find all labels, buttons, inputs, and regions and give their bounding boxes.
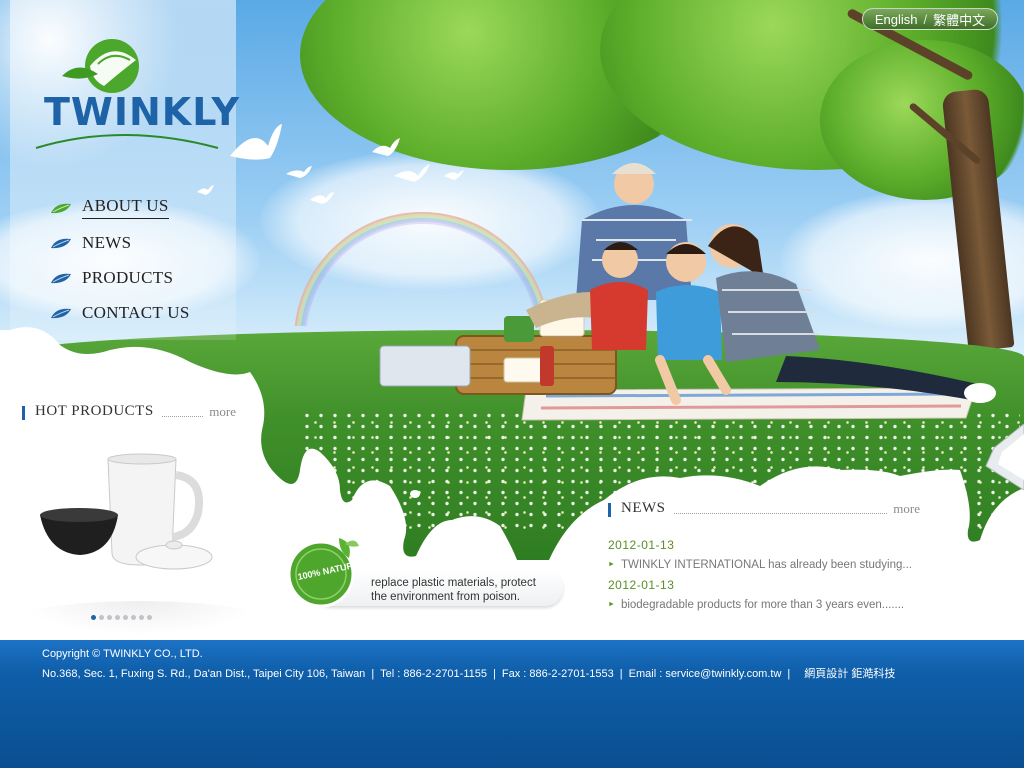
footer-address: No.368, Sec. 1, Fuxing S. Rd., Da'an Dis… [42,668,366,680]
footer: Copyright © TWINKLY CO., LTD. No.368, Se… [0,640,1024,768]
news-list: 2012-01-13 ► TWINKLY INTERNATIONAL has alr… [608,535,920,615]
lang-chinese-link[interactable]: 繁體中文 [933,10,985,29]
news-section: NEWS more 2012-01-13 ► TWINKLY INTERNATION… [608,500,920,615]
carousel-dot[interactable] [115,615,120,620]
leaf-icon [51,238,71,248]
nav-item-about-us[interactable]: ABOUT US [50,190,190,225]
eco-slogan: replace plastic materials, protect the e… [371,576,536,604]
main-nav: ABOUT US NEWS PRODUCTS CONTACT US [50,190,190,330]
footer-fax: Fax : 886-2-2701-1553 [501,668,614,680]
lang-separator: / [923,11,928,27]
carousel-dot[interactable] [123,615,128,620]
hot-products-header: HOT PRODUCTS more [22,403,236,420]
leaf-icon [51,203,71,213]
title-accent-bar [22,406,25,420]
divider [161,416,204,417]
news-date: 2012-01-13 [608,538,675,552]
eco-slogan-line: the environment from poison. [371,591,520,603]
title-accent-bar [608,503,611,517]
news-more-link[interactable]: more [893,501,920,517]
hot-products-more-link[interactable]: more [209,404,236,420]
news-date: 2012-01-13 [608,578,675,592]
hot-products-title: HOT PRODUCTS [35,403,154,419]
news-item-text: TWINKLY INTERNATIONAL has already been s… [620,559,912,571]
footer-contact-row: No.368, Sec. 1, Fuxing S. Rd., Da'an Dis… [42,668,896,680]
nav-item-label: CONTACT US [82,302,190,322]
nav-item-news[interactable]: NEWS [50,225,190,260]
carousel-dot[interactable] [91,615,96,620]
nav-item-label: PRODUCTS [82,267,174,287]
language-switch: English / 繁體中文 [862,8,998,30]
leaf-icon [51,273,71,283]
twinkly-logo[interactable]: TWINKLY [32,36,239,156]
carousel-dot[interactable] [99,615,104,620]
footer-email[interactable]: Email : service@twinkly.com.tw [629,668,782,680]
arrow-bullet-icon: ► [608,561,615,568]
carousel-dot[interactable] [107,615,112,620]
news-item-link[interactable]: ► TWINKLY INTERNATIONAL has already been … [608,555,920,575]
divider [673,513,888,514]
carousel-dot[interactable] [147,615,152,620]
eco-badge: 100% NATURAL replace plastic materials, … [283,532,573,622]
lang-english-link[interactable]: English [875,12,918,27]
leaf-icon [51,308,71,318]
next-arrow-icon[interactable] [984,424,1024,490]
carousel-dot[interactable] [139,615,144,620]
news-header: NEWS more [608,500,920,517]
news-item-text: biodegradable products for more than 3 y… [620,599,905,611]
eco-slogan-line: replace plastic materials, protect [371,577,536,589]
nav-item-contact-us[interactable]: CONTACT US [50,295,190,330]
footer-tel: Tel : 886-2-2701-1155 [380,668,487,680]
carousel-dot[interactable] [131,615,136,620]
footer-copyright: Copyright © TWINKLY CO., LTD. [42,648,203,660]
doves-image [230,124,464,204]
logo-wordmark: TWINKLY [44,90,241,134]
nav-item-label: ABOUT US [82,196,169,219]
nav-item-label: NEWS [82,232,132,252]
product-carousel-dots [91,615,152,620]
news-item-link[interactable]: ► biodegradable products for more than 3 … [608,595,920,615]
arrow-bullet-icon: ► [608,601,615,608]
hot-products-section: HOT PRODUCTS more [22,403,258,635]
product-image[interactable] [36,453,236,593]
news-title: NEWS [621,500,666,516]
nav-item-products[interactable]: PRODUCTS [50,260,190,295]
footer-credit-link[interactable]: 網頁設計 鉅澔科技 [804,668,895,680]
